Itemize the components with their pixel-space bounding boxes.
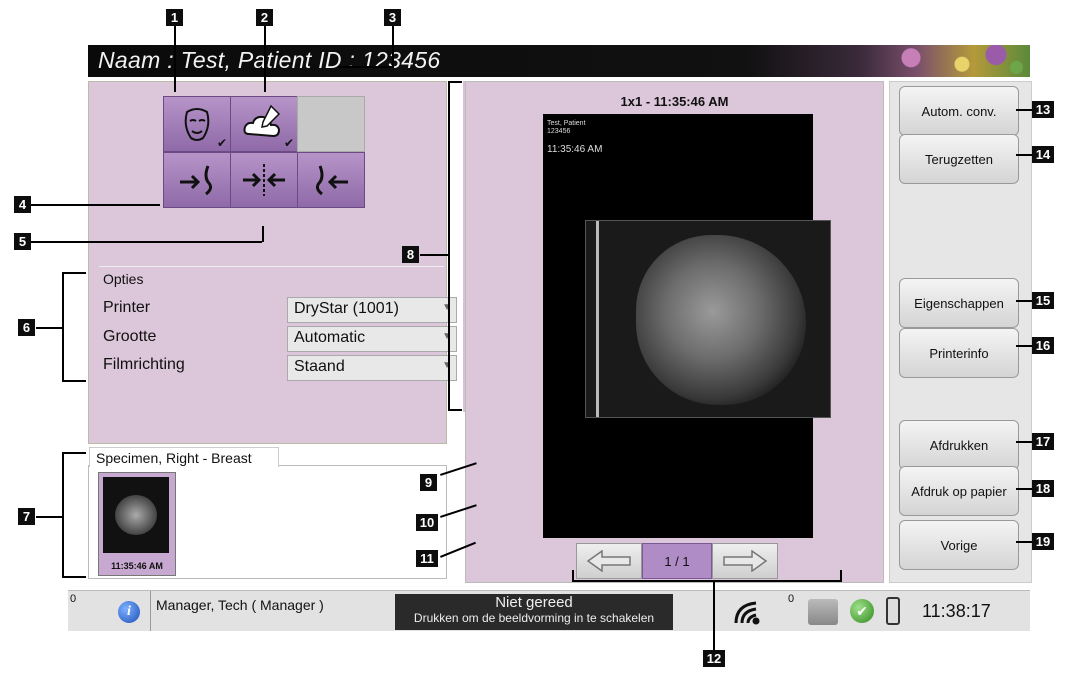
breast-both-icon: [243, 164, 285, 196]
print-paper-button[interactable]: Afdruk op papier: [899, 466, 1019, 516]
callout-13: 13: [1032, 101, 1054, 118]
callout-18: 18: [1032, 480, 1054, 497]
printer-value: DryStar (1001): [294, 300, 399, 317]
arrow-right-icon: [723, 550, 768, 572]
status-title: Niet gereed: [495, 594, 573, 611]
status-bar: 0 i Manager, Tech ( Manager ) Niet geree…: [68, 590, 1030, 631]
clock: 11:38:17: [922, 601, 991, 621]
overlay-patient-id: 123456: [547, 128, 571, 135]
callout-6: 6: [18, 319, 35, 336]
previous-page-button[interactable]: [576, 543, 642, 579]
cloud-edit-icon: [243, 104, 281, 138]
print-button[interactable]: Afdrukken: [899, 420, 1019, 470]
thumbnail-item[interactable]: 11:35:46 AM: [98, 472, 176, 576]
arrow-left-icon: [586, 550, 631, 572]
page-navigator: 1 / 1: [576, 543, 778, 579]
overlay-patient-name: Test, Patient: [547, 120, 586, 127]
callout-4: 4: [14, 196, 31, 213]
breast-left-icon: [180, 165, 213, 196]
view-right-button[interactable]: [297, 152, 365, 208]
callout-3: 3: [384, 9, 401, 26]
thumbnail-panel: Specimen, Right - Breast 11:35:46 AM: [88, 447, 447, 579]
alert-count: 0: [70, 593, 77, 605]
action-panel: Autom. conv. Terugzetten Eigenschappen P…: [889, 81, 1032, 583]
print-queue-icon[interactable]: [808, 599, 838, 625]
preview-title: 1x1 - 11:35:46 AM: [620, 94, 729, 109]
orientation-value: Staand: [294, 358, 345, 375]
status-subtitle: Drukken om de beeldvorming in te schakel…: [413, 611, 655, 625]
next-page-button[interactable]: [712, 543, 778, 579]
overlay-time: 11:35:46 AM: [547, 144, 603, 155]
empty-slot: [297, 96, 365, 152]
callout-12: 12: [703, 650, 725, 667]
size-select[interactable]: Automatic ▼: [287, 326, 457, 352]
film-preview: Test, Patient 123456 11:35:46 AM: [543, 114, 831, 538]
check-mark-icon: ✔: [283, 136, 294, 150]
orientation-select[interactable]: Staand ▼: [287, 355, 457, 381]
detector-battery-icon[interactable]: [886, 597, 900, 625]
printer-label: Printer: [103, 299, 151, 316]
face-button[interactable]: ✔: [163, 96, 231, 152]
check-mark-icon: ✔: [216, 136, 227, 150]
image-edit-panel: ✔ ✔ Opties Printer Grootte Filmrichting …: [88, 81, 457, 444]
page-indicator: 1 / 1: [642, 543, 712, 579]
printer-select[interactable]: DryStar (1001) ▼: [287, 297, 457, 323]
header-decoration: [860, 45, 1030, 77]
orientation-label: Filmrichting: [103, 356, 185, 373]
size-label: Grootte: [103, 328, 157, 345]
callout-7: 7: [18, 508, 35, 525]
callout-5: 5: [14, 233, 31, 250]
view-left-button[interactable]: [163, 152, 231, 208]
properties-button[interactable]: Eigenschappen: [899, 278, 1019, 328]
reset-button[interactable]: Terugzetten: [899, 134, 1019, 184]
callout-1: 1: [166, 9, 183, 26]
face-icon: [184, 108, 210, 141]
info-icon[interactable]: i: [118, 601, 140, 623]
callout-11: 11: [416, 550, 438, 567]
size-value: Automatic: [294, 329, 366, 346]
current-user[interactable]: Manager, Tech ( Manager ): [156, 597, 324, 613]
callout-19: 19: [1032, 533, 1054, 550]
network-icon[interactable]: [732, 599, 762, 625]
preview-panel: 1x1 - 11:35:46 AM Test, Patient 123456 1…: [465, 81, 884, 583]
view-both-button[interactable]: [230, 152, 298, 208]
thumbnail-image: [103, 477, 169, 553]
printer-info-button[interactable]: Printerinfo: [899, 328, 1019, 378]
callout-15: 15: [1032, 292, 1054, 309]
callout-17: 17: [1032, 433, 1054, 450]
callout-8: 8: [402, 246, 419, 263]
options-section: Opties Printer Grootte Filmrichting DryS…: [99, 266, 457, 387]
callout-2: 2: [256, 9, 273, 26]
patient-title: Naam : Test, Patient ID : 123456: [98, 47, 441, 73]
thumbnail-time: 11:35:46 AM: [111, 561, 163, 571]
options-heading: Opties: [103, 271, 144, 287]
thumbnail-tab[interactable]: Specimen, Right - Breast: [89, 447, 279, 467]
specimen-image: [585, 220, 831, 418]
patient-header: Naam : Test, Patient ID : 123456: [88, 45, 1030, 77]
callout-14: 14: [1032, 146, 1054, 163]
system-ok-icon[interactable]: ✔: [850, 599, 874, 623]
callout-9: 9: [420, 474, 437, 491]
cloud-edit-button[interactable]: ✔: [230, 96, 298, 152]
acquisition-status[interactable]: Niet gereed Drukken om de beeldvorming i…: [395, 594, 673, 630]
callout-10: 10: [416, 514, 438, 531]
queue-count: 0: [788, 593, 795, 605]
breast-right-icon: [315, 165, 348, 196]
previous-button[interactable]: Vorige: [899, 520, 1019, 570]
auto-conv-button[interactable]: Autom. conv.: [899, 86, 1019, 136]
callout-16: 16: [1032, 337, 1054, 354]
